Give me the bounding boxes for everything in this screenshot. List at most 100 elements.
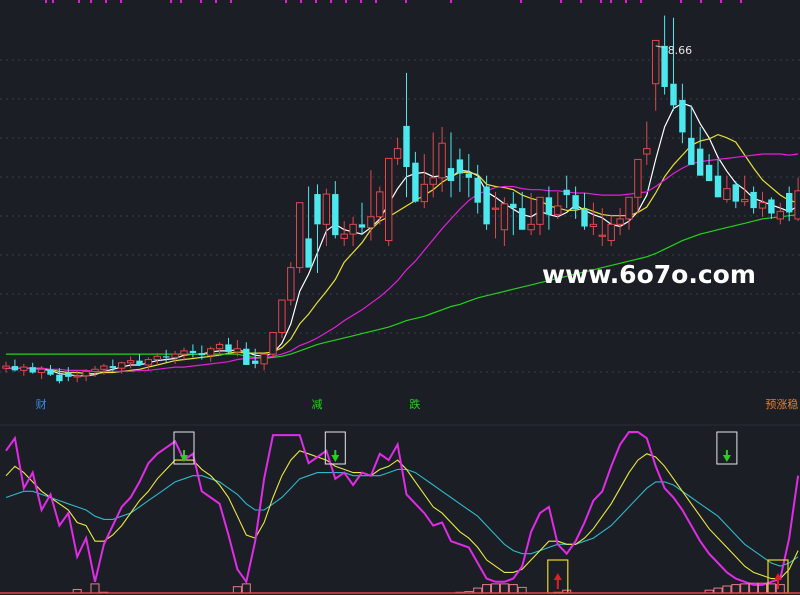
candle-body: [732, 184, 739, 202]
top-tick: [120, 0, 122, 3]
candle-body: [376, 191, 384, 218]
candle-body: [198, 353, 205, 356]
candle-body: [260, 353, 268, 365]
top-tick: [90, 0, 92, 3]
candle-body: [91, 368, 99, 372]
candle-body: [723, 188, 731, 200]
top-tick: [640, 0, 642, 3]
candle-body: [144, 359, 153, 366]
candle: [269, 332, 277, 358]
candle-body: [519, 208, 526, 230]
candle-body: [233, 348, 242, 353]
top-tick: [450, 0, 452, 3]
candle-body: [314, 194, 321, 225]
candle-body: [491, 207, 500, 210]
top-tick: [45, 0, 47, 3]
candle-body: [296, 202, 304, 269]
top-tick: [600, 0, 602, 3]
top-tick: [625, 0, 627, 3]
top-tick: [405, 0, 407, 3]
candle-body: [572, 195, 579, 210]
top-tick: [610, 0, 612, 3]
top-tick: [360, 0, 362, 3]
candle-body: [776, 210, 784, 220]
candle-body: [225, 344, 232, 352]
candle-body: [118, 362, 126, 369]
top-tick: [680, 0, 682, 3]
candle-body: [403, 125, 410, 168]
candle-body: [652, 39, 660, 85]
candle-body: [527, 223, 535, 231]
candle-body: [598, 234, 606, 237]
candle-body: [607, 223, 615, 242]
candle-body: [510, 203, 517, 209]
candle-body: [465, 173, 472, 178]
candle-body: [358, 224, 366, 228]
candle-body: [11, 366, 19, 371]
candle-body: [581, 209, 588, 227]
event-label: 跌: [409, 397, 420, 411]
candle-body: [536, 196, 544, 225]
top-tick: [215, 0, 217, 3]
candle-body: [643, 148, 651, 155]
candle-body: [305, 238, 312, 268]
candle-body: [670, 83, 677, 106]
top-tick: [315, 0, 317, 3]
candle-body: [180, 350, 188, 355]
candle: [296, 202, 304, 274]
candle: [278, 299, 286, 338]
candle-body: [65, 372, 72, 377]
candle-body: [412, 162, 419, 202]
top-tick: [78, 0, 80, 3]
candle-body: [741, 198, 749, 203]
top-tick: [520, 0, 522, 3]
candle-body: [625, 196, 633, 220]
candle-body: [429, 177, 437, 185]
candle: [385, 157, 393, 246]
event-label: 减: [312, 398, 323, 411]
top-tick: [330, 0, 332, 3]
candle-body: [750, 191, 757, 209]
candle-body: [688, 137, 695, 165]
candle-body: [554, 205, 562, 216]
top-tick: [375, 0, 377, 3]
candle-body: [634, 158, 642, 198]
candle-body: [171, 353, 179, 358]
candle-body: [474, 177, 481, 203]
candle-body: [758, 202, 767, 209]
candle-body: [393, 148, 402, 159]
candle-body: [563, 189, 570, 196]
top-tick: [345, 0, 347, 3]
candle-body: [332, 194, 339, 236]
candle-body: [278, 299, 286, 334]
candle-body: [126, 360, 135, 364]
candle-body: [786, 192, 793, 213]
top-tick: [740, 0, 742, 3]
top-tick: [52, 0, 54, 3]
candle-body: [252, 360, 259, 364]
candle-body: [287, 267, 295, 301]
high-price-label: 8.66: [668, 44, 693, 57]
candle-body: [456, 159, 464, 174]
candle-body: [100, 365, 108, 370]
top-tick: [170, 0, 172, 3]
top-tick: [200, 0, 202, 3]
event-label: 预涨稳: [765, 397, 798, 411]
candle-body: [483, 186, 490, 225]
candle-body: [153, 355, 162, 361]
candle-body: [243, 348, 250, 365]
candle-body: [207, 348, 215, 356]
candle-body: [545, 197, 553, 215]
candle-body: [109, 366, 116, 369]
candle-body: [385, 157, 393, 242]
top-tick: [105, 0, 107, 3]
candle-body: [163, 356, 170, 358]
candle-body: [47, 369, 54, 375]
candle-body: [29, 367, 36, 373]
top-tick: [300, 0, 302, 3]
candle-body: [189, 350, 197, 354]
candle-body: [56, 374, 63, 382]
top-tick: [230, 0, 232, 3]
candle-body: [37, 368, 46, 374]
top-tick: [180, 0, 182, 3]
